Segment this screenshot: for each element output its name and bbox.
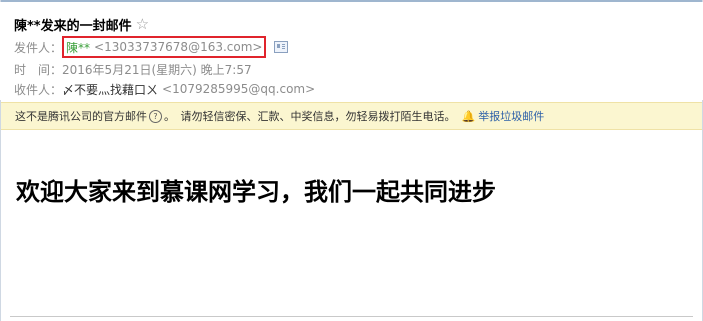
email-subject: 陳**发来的一封邮件 [14,18,132,34]
time-label: 时 间： [14,62,63,77]
bell-icon: 🔔 [461,109,476,123]
email-body: 欢迎大家来到慕课网学习，我们一起共同进步 [16,172,496,207]
report-spam-link[interactable]: 举报垃圾邮件 [478,108,544,124]
contact-card-icon[interactable] [274,41,289,53]
sender-name[interactable]: 陳** [66,39,90,56]
sender-address[interactable]: <13033737678@163.com> [94,40,262,54]
star-icon[interactable]: ☆ [136,16,149,32]
time-value: 2016年5月21日(星期六) 晚上7:57 [62,62,252,77]
time-row: 时 间： 2016年5月21日(星期六) 晚上7:57 [14,60,252,78]
recipient-row: 收件人： 〆不要灬找藉口ㄨ <1079285995@qq.com> [14,80,315,98]
from-row: 发件人： 陳** <13033737678@163.com> [14,36,289,58]
recipient-address[interactable]: <1079285995@qq.com> [162,82,315,96]
to-label: 收件人： [14,82,63,97]
email-header: 陳**发来的一封邮件 ☆ 发件人： 陳** <13033737678@163.c… [0,2,703,100]
subject-row: 陳**发来的一封邮件 ☆ [14,14,149,34]
from-label: 发件人： [14,40,63,55]
bottom-divider [10,316,693,317]
official-mail-notice: 这不是腾讯公司的官方邮件 [15,110,147,123]
help-icon[interactable]: ? [149,109,162,123]
body-heading: 欢迎大家来到慕课网学习，我们一起共同进步 [16,178,496,206]
security-notice-bar: 这不是腾讯公司的官方邮件 ? 。 请勿轻信密保、汇款、中奖信息，勿轻易拨打陌生电… [1,102,702,130]
fraud-warning-text: 。 请勿轻信密保、汇款、中奖信息，勿轻易拨打陌生电话。 [164,110,456,123]
sender-highlight-box: 陳** <13033737678@163.com> [62,36,267,58]
recipient-name[interactable]: 〆不要灬找藉口ㄨ [62,81,158,98]
